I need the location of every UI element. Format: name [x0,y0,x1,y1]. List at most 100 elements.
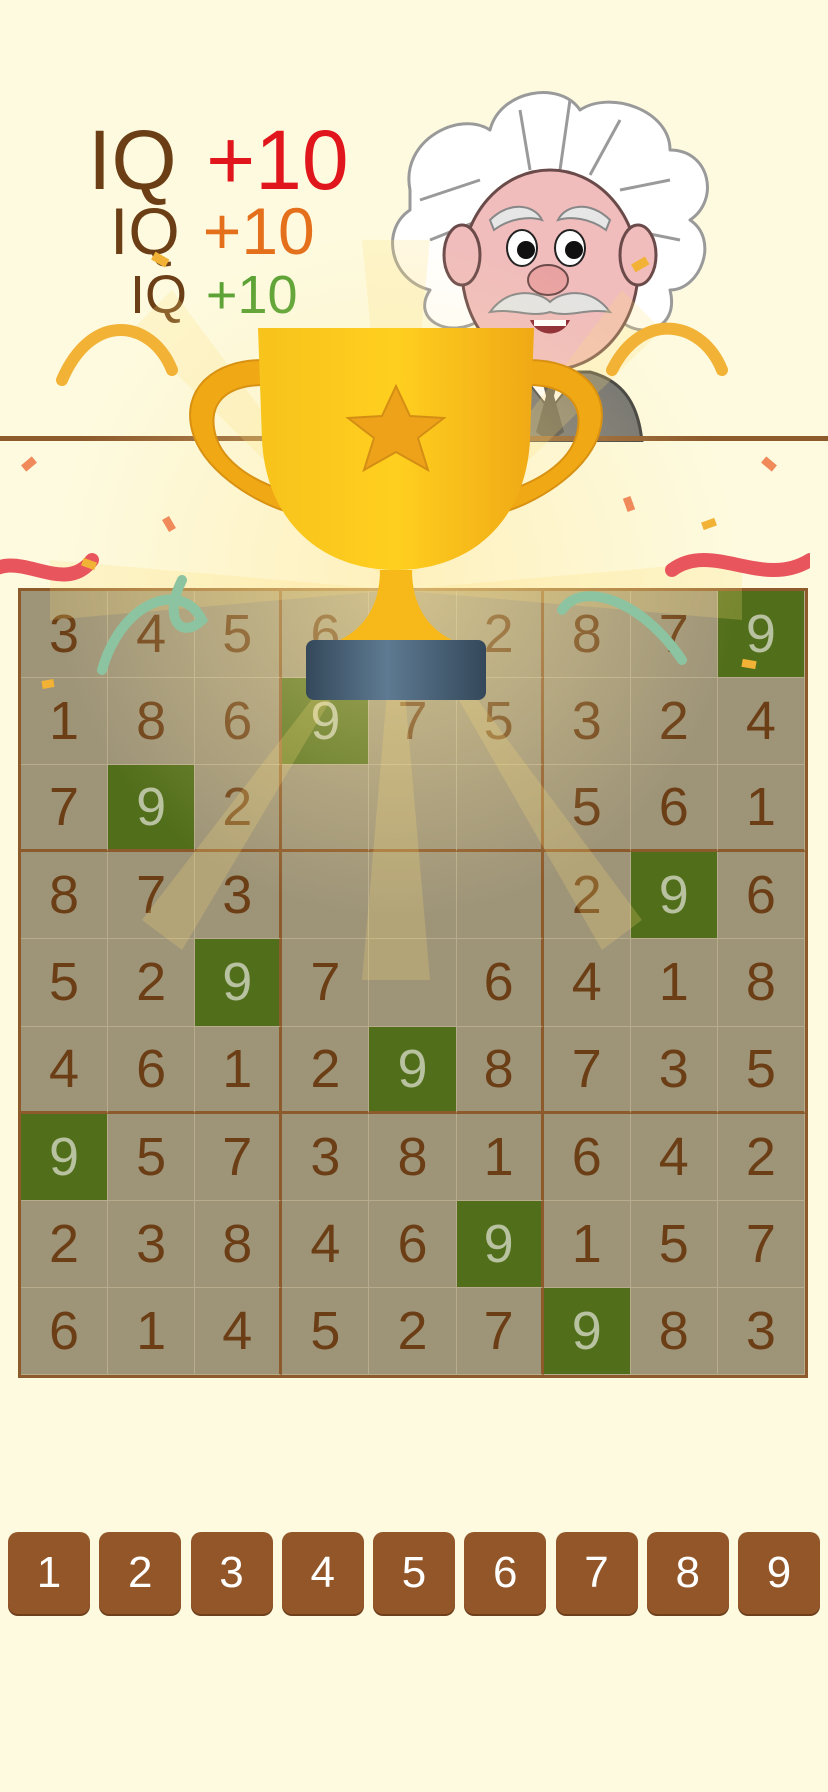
header-divider [0,436,828,441]
number-key-6[interactable]: 6 [464,1532,547,1614]
board-cell[interactable]: 5 [543,765,631,853]
iq-label: IQ [110,194,180,268]
board-cell[interactable]: 1 [21,678,109,766]
board-cell[interactable]: 5 [21,939,109,1027]
board-cell[interactable]: 9 [21,1113,109,1201]
sudoku-board: 3456128791869753247925618732965297641846… [18,588,808,1378]
board-cell[interactable]: 2 [282,1026,370,1114]
board-cell[interactable]: 6 [282,591,370,679]
board-cell[interactable] [369,939,457,1027]
board-cell[interactable]: 4 [282,1200,370,1288]
einstein-mascot-icon [391,91,709,442]
board-cell[interactable]: 3 [282,1113,370,1201]
board-cell[interactable] [456,765,544,853]
board-cell[interactable]: 9 [195,939,283,1027]
board-cell[interactable] [369,765,457,853]
board-cell[interactable]: 4 [543,939,631,1027]
board-cell[interactable] [456,852,544,940]
board-cell[interactable]: 8 [456,1026,544,1114]
board-cell[interactable]: 1 [195,1026,283,1114]
board-cell[interactable]: 8 [369,1113,457,1201]
board-cell[interactable]: 8 [543,591,631,679]
board-cell[interactable]: 5 [195,591,283,679]
board-cell[interactable]: 5 [717,1026,805,1114]
board-cell[interactable]: 6 [543,1113,631,1201]
board-cell[interactable]: 9 [108,765,196,853]
board-cell[interactable]: 5 [630,1200,718,1288]
number-key-1[interactable]: 1 [8,1532,90,1614]
board-cell[interactable]: 3 [108,1200,196,1288]
board-cell[interactable]: 1 [108,1287,196,1375]
number-key-7[interactable]: 7 [555,1532,638,1614]
board-cell[interactable]: 1 [630,939,718,1027]
board-cell[interactable]: 7 [369,678,457,766]
board-cell[interactable]: 2 [21,1200,109,1288]
board-cell[interactable]: 4 [630,1113,718,1201]
board-cell[interactable]: 4 [21,1026,109,1114]
iq-bonus-line-1: IQ +10 [88,118,349,202]
board-cell[interactable]: 8 [195,1200,283,1288]
board-cell[interactable]: 8 [21,852,109,940]
sudoku-board-container: 3456128791869753247925618732965297641846… [18,588,808,1378]
board-cell[interactable]: 4 [108,591,196,679]
board-cell[interactable] [282,765,370,853]
board-cell[interactable]: 1 [717,765,805,853]
iq-bonus-value: +10 [205,265,298,325]
board-cell[interactable]: 8 [108,678,196,766]
number-key-8[interactable]: 8 [646,1532,729,1614]
board-cell[interactable]: 7 [630,591,718,679]
board-cell[interactable]: 9 [456,1200,544,1288]
board-cell[interactable]: 2 [717,1113,805,1201]
board-cell[interactable]: 6 [456,939,544,1027]
board-cell[interactable] [282,852,370,940]
number-key-5[interactable]: 5 [373,1532,455,1614]
board-cell[interactable]: 2 [543,852,631,940]
iq-label: IQ [130,265,188,325]
board-cell[interactable]: 6 [195,678,283,766]
board-cell[interactable]: 3 [717,1287,805,1375]
board-cell[interactable]: 9 [369,1026,457,1114]
board-cell[interactable]: 4 [195,1287,283,1375]
board-cell[interactable]: 5 [456,678,544,766]
number-pad: 123456789 [8,1532,820,1614]
board-cell[interactable]: 3 [21,591,109,679]
board-cell[interactable]: 7 [108,852,196,940]
board-cell[interactable]: 6 [21,1287,109,1375]
board-cell[interactable]: 3 [195,852,283,940]
board-cell[interactable]: 9 [282,678,370,766]
board-cell[interactable]: 2 [195,765,283,853]
board-cell[interactable] [369,852,457,940]
board-cell[interactable]: 6 [717,852,805,940]
board-cell[interactable]: 9 [630,852,718,940]
board-cell[interactable]: 6 [630,765,718,853]
board-cell[interactable]: 3 [630,1026,718,1114]
board-cell[interactable]: 1 [456,1113,544,1201]
number-key-9[interactable]: 9 [738,1532,820,1614]
board-cell[interactable]: 9 [717,591,805,679]
board-cell[interactable]: 2 [630,678,718,766]
number-key-2[interactable]: 2 [99,1532,182,1614]
board-cell[interactable]: 7 [282,939,370,1027]
iq-bonus-value: +10 [206,113,349,207]
board-cell[interactable]: 7 [717,1200,805,1288]
board-cell[interactable]: 5 [108,1113,196,1201]
board-cell[interactable]: 8 [717,939,805,1027]
board-cell[interactable]: 3 [543,678,631,766]
board-cell[interactable]: 6 [108,1026,196,1114]
board-cell[interactable]: 1 [369,591,457,679]
board-cell[interactable]: 6 [369,1200,457,1288]
board-cell[interactable]: 2 [369,1287,457,1375]
board-cell[interactable]: 8 [630,1287,718,1375]
board-cell[interactable]: 7 [195,1113,283,1201]
board-cell[interactable]: 1 [543,1200,631,1288]
board-cell[interactable]: 2 [108,939,196,1027]
board-cell[interactable]: 7 [543,1026,631,1114]
board-cell[interactable]: 7 [21,765,109,853]
board-cell[interactable]: 4 [717,678,805,766]
number-key-4[interactable]: 4 [281,1532,364,1614]
board-cell[interactable]: 9 [543,1287,631,1375]
board-cell[interactable]: 5 [282,1287,370,1375]
board-cell[interactable]: 2 [456,591,544,679]
number-key-3[interactable]: 3 [190,1532,273,1614]
board-cell[interactable]: 7 [456,1287,544,1375]
